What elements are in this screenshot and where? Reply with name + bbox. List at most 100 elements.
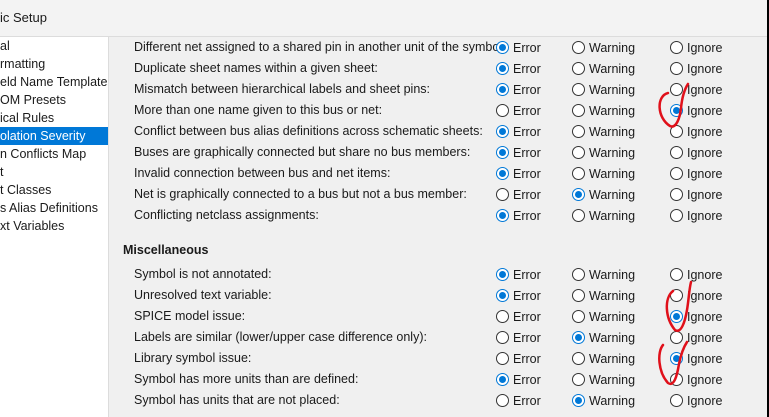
error-radio[interactable]: Error bbox=[496, 39, 541, 56]
ignore-radio[interactable]: Ignore bbox=[670, 123, 722, 140]
ignore-radio[interactable]: Ignore bbox=[670, 266, 722, 283]
ignore-radio[interactable]: Ignore bbox=[670, 329, 722, 346]
warning-radio[interactable]: Warning bbox=[572, 392, 635, 409]
radio-circle-icon bbox=[670, 394, 683, 407]
error-radio[interactable]: Error bbox=[496, 60, 541, 77]
error-radio[interactable]: Error bbox=[496, 266, 541, 283]
sidebar-item-1[interactable]: rmatting bbox=[0, 55, 45, 73]
severity-rule-row: Symbol has units that are not placed: Err… bbox=[110, 390, 767, 411]
error-radio[interactable]: Error bbox=[496, 371, 541, 388]
ignore-radio[interactable]: Ignore bbox=[670, 207, 722, 224]
ignore-radio[interactable]: Ignore bbox=[670, 102, 722, 119]
warning-radio[interactable]: Warning bbox=[572, 81, 635, 98]
ignore-radio[interactable]: Ignore bbox=[670, 371, 722, 388]
error-radio[interactable]: Error bbox=[496, 123, 541, 140]
warning-radio[interactable]: Warning bbox=[572, 287, 635, 304]
error-radio[interactable]: Error bbox=[496, 144, 541, 161]
ignore-radio[interactable]: Ignore bbox=[670, 308, 722, 325]
error-radio[interactable]: Error bbox=[496, 392, 541, 409]
error-radio[interactable]: Error bbox=[496, 329, 541, 346]
rule-label: Unresolved text variable: bbox=[134, 288, 272, 302]
warning-radio-label: Warning bbox=[589, 267, 636, 282]
error-radio-label: Error bbox=[513, 103, 541, 118]
severity-rule-row: Unresolved text variable: Error Warning Ign… bbox=[110, 285, 767, 306]
error-radio[interactable]: Error bbox=[496, 186, 541, 203]
severity-rule-row: Different net assigned to a shared pin i… bbox=[110, 37, 767, 58]
rule-label: Symbol has more units than are defined: bbox=[134, 372, 359, 386]
radio-circle-icon bbox=[572, 62, 585, 75]
warning-radio-label: Warning bbox=[589, 145, 636, 160]
warning-radio[interactable]: Warning bbox=[572, 60, 635, 77]
ignore-radio-label: Ignore bbox=[687, 187, 723, 202]
ignore-radio[interactable]: Ignore bbox=[670, 186, 722, 203]
warning-radio[interactable]: Warning bbox=[572, 102, 635, 119]
error-radio[interactable]: Error bbox=[496, 287, 541, 304]
ignore-radio[interactable]: Ignore bbox=[670, 287, 722, 304]
warning-radio[interactable]: Warning bbox=[572, 165, 635, 182]
warning-radio[interactable]: Warning bbox=[572, 329, 635, 346]
severity-rule-row: Conflicting netclass assignments: Error Wa… bbox=[110, 205, 767, 226]
error-radio-label: Error bbox=[513, 82, 541, 97]
ignore-radio-label: Ignore bbox=[687, 267, 723, 282]
radio-circle-icon bbox=[572, 209, 585, 222]
rule-label: Conflict between bus alias definitions a… bbox=[134, 124, 483, 138]
ignore-radio[interactable]: Ignore bbox=[670, 39, 722, 56]
error-radio[interactable]: Error bbox=[496, 308, 541, 325]
sidebar-item-4[interactable]: ical Rules bbox=[0, 109, 54, 127]
warning-radio[interactable]: Warning bbox=[572, 207, 635, 224]
sidebar-item-3[interactable]: OM Presets bbox=[0, 91, 66, 109]
sidebar-item-0[interactable]: al bbox=[0, 37, 10, 55]
error-radio[interactable]: Error bbox=[496, 350, 541, 367]
radio-circle-icon bbox=[572, 268, 585, 281]
warning-radio[interactable]: Warning bbox=[572, 266, 635, 283]
radio-circle-icon bbox=[670, 373, 683, 386]
severity-rule-row: Duplicate sheet names within a given she… bbox=[110, 58, 767, 79]
error-radio-label: Error bbox=[513, 61, 541, 76]
radio-circle-icon bbox=[670, 310, 683, 323]
error-radio-label: Error bbox=[513, 330, 541, 345]
warning-radio[interactable]: Warning bbox=[572, 308, 635, 325]
ignore-radio-label: Ignore bbox=[687, 166, 723, 181]
rule-label: Duplicate sheet names within a given she… bbox=[134, 61, 378, 75]
warning-radio[interactable]: Warning bbox=[572, 186, 635, 203]
ignore-radio[interactable]: Ignore bbox=[670, 144, 722, 161]
radio-circle-icon bbox=[496, 146, 509, 159]
warning-radio[interactable]: Warning bbox=[572, 144, 635, 161]
ignore-radio-label: Ignore bbox=[687, 40, 723, 55]
ignore-radio[interactable]: Ignore bbox=[670, 392, 722, 409]
ignore-radio[interactable]: Ignore bbox=[670, 60, 722, 77]
warning-radio[interactable]: Warning bbox=[572, 350, 635, 367]
warning-radio-label: Warning bbox=[589, 208, 636, 223]
radio-circle-icon bbox=[496, 209, 509, 222]
severity-rule-row: Symbol is not annotated: Error Warning Igno… bbox=[110, 264, 767, 285]
warning-radio-label: Warning bbox=[589, 288, 636, 303]
radio-circle-icon bbox=[572, 188, 585, 201]
ignore-radio[interactable]: Ignore bbox=[670, 350, 722, 367]
severity-rule-row: More than one name given to this bus or … bbox=[110, 100, 767, 121]
ignore-radio[interactable]: Ignore bbox=[670, 165, 722, 182]
error-radio-label: Error bbox=[513, 208, 541, 223]
sidebar-item-9[interactable]: s Alias Definitions bbox=[0, 199, 98, 217]
rule-label: Net is graphically connected to a bus bu… bbox=[134, 187, 467, 201]
error-radio[interactable]: Error bbox=[496, 81, 541, 98]
warning-radio[interactable]: Warning bbox=[572, 39, 635, 56]
sidebar-item-6[interactable]: n Conflicts Map bbox=[0, 145, 86, 163]
warning-radio[interactable]: Warning bbox=[572, 123, 635, 140]
sidebar-item-8[interactable]: t Classes bbox=[0, 181, 51, 199]
sidebar-item-2[interactable]: eld Name Templates bbox=[0, 73, 108, 91]
rule-label: Mismatch between hierarchical labels and… bbox=[134, 82, 430, 96]
radio-circle-icon bbox=[572, 394, 585, 407]
error-radio[interactable]: Error bbox=[496, 102, 541, 119]
warning-radio-label: Warning bbox=[589, 61, 636, 76]
ignore-radio-label: Ignore bbox=[687, 145, 723, 160]
sidebar-item-10[interactable]: xt Variables bbox=[0, 217, 64, 235]
radio-circle-icon bbox=[496, 188, 509, 201]
ignore-radio[interactable]: Ignore bbox=[670, 81, 722, 98]
error-radio[interactable]: Error bbox=[496, 207, 541, 224]
sidebar-item-7[interactable]: t bbox=[0, 163, 3, 181]
error-radio[interactable]: Error bbox=[496, 165, 541, 182]
radio-circle-icon bbox=[572, 373, 585, 386]
sidebar-item-5[interactable]: olation Severity bbox=[0, 127, 108, 145]
warning-radio[interactable]: Warning bbox=[572, 371, 635, 388]
warning-radio-label: Warning bbox=[589, 372, 636, 387]
